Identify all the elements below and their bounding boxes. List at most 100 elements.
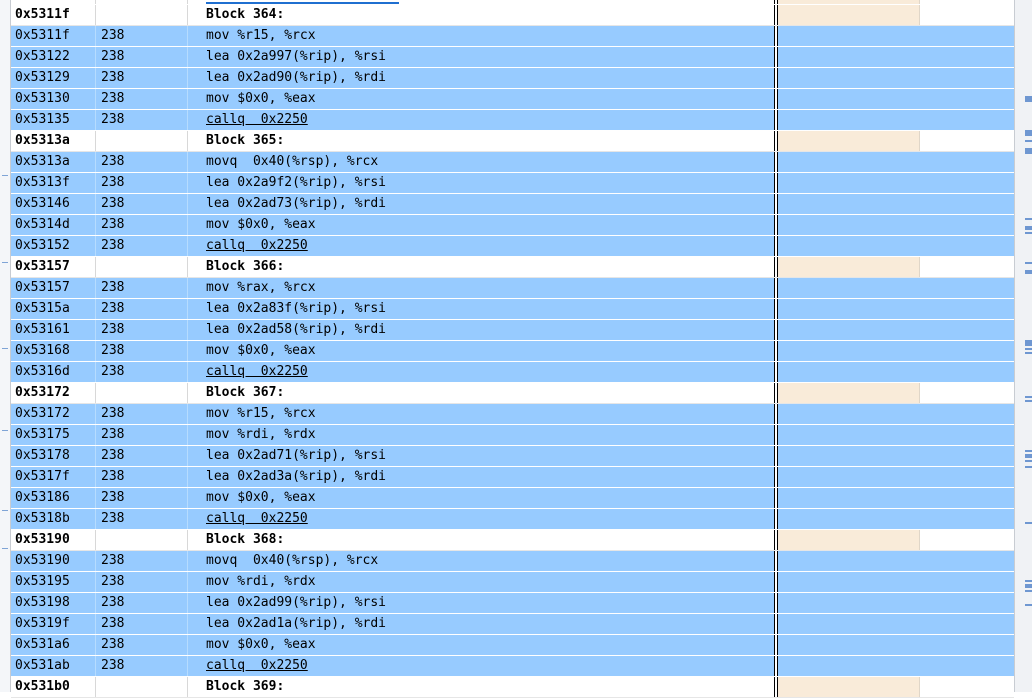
instruction-row[interactable]: 0x53129 238 lea 0x2ad90(%rip), %rdi — [11, 68, 1014, 89]
line-number-cell: 238 — [97, 572, 188, 592]
overview-marker — [1025, 228, 1032, 230]
overview-marker — [1025, 140, 1032, 142]
instruction-row[interactable]: 0x53172 238 mov %r15, %rcx — [11, 404, 1014, 425]
line-number-cell: 238 — [97, 509, 188, 529]
block-header-row[interactable]: 0x53190 Block 368: — [11, 530, 1014, 551]
block-header-row[interactable]: 0x5311f Block 364: — [11, 5, 1014, 26]
call-target-link[interactable]: callq 0x2250 — [189, 509, 774, 529]
instruction-row[interactable]: 0x531a6 238 mov $0x0, %eax — [11, 635, 1014, 656]
instruction-row[interactable]: 0x53130 238 mov $0x0, %eax — [11, 89, 1014, 110]
instruction-row[interactable]: 0x5316d 238 callq 0x2250 — [11, 362, 1014, 383]
instruction-row[interactable]: 0x53190 238 movq 0x40(%rsp), %rcx — [11, 551, 1014, 572]
extra-column-1 — [778, 278, 919, 298]
overview-marker — [1025, 232, 1032, 234]
address-cell: 0x53168 — [11, 341, 96, 361]
overview-marker — [1025, 272, 1032, 274]
instruction-row[interactable]: 0x53168 238 mov $0x0, %eax — [11, 341, 1014, 362]
line-number-cell: 238 — [97, 278, 188, 298]
extra-column-2 — [919, 0, 1014, 4]
instruction-row[interactable]: 0x53178 238 lea 0x2ad71(%rip), %rsi — [11, 446, 1014, 467]
address-cell: 0x53157 — [11, 257, 96, 277]
instruction-row[interactable]: 0x5319f 238 lea 0x2ad1a(%rip), %rdi — [11, 614, 1014, 635]
instruction-row[interactable]: 0x53195 238 mov %rdi, %rdx — [11, 572, 1014, 593]
call-target-link[interactable]: callq 0x2250 — [189, 110, 774, 130]
extra-column-1 — [778, 362, 919, 382]
extra-column-1 — [778, 530, 920, 550]
instruction-cell: movq 0x40(%rsp), %rcx — [206, 553, 379, 568]
extra-column-1 — [778, 131, 920, 151]
extra-column-2 — [919, 572, 1014, 592]
extra-column-2 — [919, 383, 1014, 403]
instruction-cell: Block 368: — [206, 532, 285, 547]
overview-marker — [1025, 262, 1032, 264]
call-target-link[interactable]: callq 0x2250 — [189, 656, 774, 676]
overview-marker — [1025, 586, 1032, 588]
block-header-row[interactable]: 0x53157 Block 366: — [11, 257, 1014, 278]
address-cell: 0x5314d — [11, 215, 96, 235]
instruction-row[interactable]: 0x5317f 238 lea 0x2ad3a(%rip), %rdi — [11, 467, 1014, 488]
block-header-row[interactable]: 0x5313a Block 365: — [11, 131, 1014, 152]
address-cell: 0x53122 — [11, 47, 96, 67]
line-number-cell: 238 — [97, 26, 188, 46]
instruction-row[interactable]: 0x531ab 238 callq 0x2250 — [11, 656, 1014, 677]
extra-column-2 — [919, 677, 1014, 697]
block-header-row[interactable]: 0x53172 Block 367: — [11, 383, 1014, 404]
extra-column-1 — [778, 215, 919, 235]
disassembly-table: 0x5311f Block 364: 0x5311f 238 mov %r15, %rc… — [11, 0, 1014, 698]
instruction-row[interactable]: 0x53175 238 mov %rdi, %rdx — [11, 425, 1014, 446]
extra-column-2 — [919, 593, 1014, 613]
overview-marker — [2, 548, 8, 549]
extra-column-1 — [778, 5, 920, 25]
line-number-cell: 238 — [97, 614, 188, 634]
line-number-cell: 238 — [97, 656, 188, 676]
instruction-row[interactable]: 0x5314d 238 mov $0x0, %eax — [11, 215, 1014, 236]
clipped-link-underline — [206, 2, 399, 4]
extra-column-1 — [778, 509, 919, 529]
extra-column-2 — [919, 110, 1014, 130]
line-number-cell: 238 — [97, 446, 188, 466]
instruction-cell: lea 0x2a83f(%rip), %rsi — [206, 301, 387, 316]
call-target-link[interactable]: callq 0x2250 — [189, 236, 774, 256]
line-number-cell — [97, 131, 188, 151]
extra-column-2 — [919, 362, 1014, 382]
right-overview-scrollbar[interactable] — [1014, 0, 1032, 692]
extra-column-2 — [919, 446, 1014, 466]
instruction-cell: mov $0x0, %eax — [206, 343, 316, 358]
instruction-row[interactable]: 0x53122 238 lea 0x2a997(%rip), %rsi — [11, 47, 1014, 68]
overview-marker — [1025, 604, 1032, 606]
instruction-row[interactable]: 0x53157 238 mov %rax, %rcx — [11, 278, 1014, 299]
instruction-row[interactable]: 0x5311f 238 mov %r15, %rcx — [11, 26, 1014, 47]
instruction-row[interactable]: 0x53161 238 lea 0x2ad58(%rip), %rdi — [11, 320, 1014, 341]
extra-column-1 — [778, 593, 919, 613]
instruction-cell: mov %rax, %rcx — [206, 280, 316, 295]
extra-column-1 — [778, 404, 919, 424]
instruction-cell: lea 0x2ad1a(%rip), %rdi — [206, 616, 387, 631]
overview-marker — [1025, 456, 1032, 458]
extra-column-1 — [778, 299, 919, 319]
instruction-row[interactable]: 0x5313f 238 lea 0x2a9f2(%rip), %rsi — [11, 173, 1014, 194]
instruction-row[interactable]: 0x53146 238 lea 0x2ad73(%rip), %rdi — [11, 194, 1014, 215]
overview-marker — [1025, 152, 1032, 154]
block-header-row[interactable]: 0x531b0 Block 369: — [11, 677, 1014, 698]
extra-column-2 — [919, 68, 1014, 88]
instruction-row[interactable]: 0x53152 238 callq 0x2250 — [11, 236, 1014, 257]
address-cell: 0x5316d — [11, 362, 96, 382]
instruction-cell: movq 0x40(%rsp), %rcx — [206, 154, 379, 169]
instruction-row[interactable]: 0x53198 238 lea 0x2ad99(%rip), %rsi — [11, 593, 1014, 614]
overview-marker — [2, 262, 8, 263]
instruction-row[interactable]: 0x5313a 238 movq 0x40(%rsp), %rcx — [11, 152, 1014, 173]
call-target-link[interactable]: callq 0x2250 — [189, 362, 774, 382]
instruction-cell: mov $0x0, %eax — [206, 217, 316, 232]
extra-column-2 — [919, 194, 1014, 214]
instruction-row[interactable]: 0x5318b 238 callq 0x2250 — [11, 509, 1014, 530]
address-cell: 0x53146 — [11, 194, 96, 214]
overview-marker — [1025, 218, 1032, 220]
instruction-cell: lea 0x2ad90(%rip), %rdi — [206, 70, 387, 85]
instruction-row[interactable]: 0x53186 238 mov $0x0, %eax — [11, 488, 1014, 509]
address-cell: 0x53186 — [11, 488, 96, 508]
extra-column-1 — [778, 173, 919, 193]
instruction-row[interactable]: 0x5315a 238 lea 0x2a83f(%rip), %rsi — [11, 299, 1014, 320]
left-overview-gutter[interactable] — [0, 0, 11, 692]
instruction-row[interactable]: 0x53135 238 callq 0x2250 — [11, 110, 1014, 131]
extra-column-1 — [778, 425, 919, 445]
